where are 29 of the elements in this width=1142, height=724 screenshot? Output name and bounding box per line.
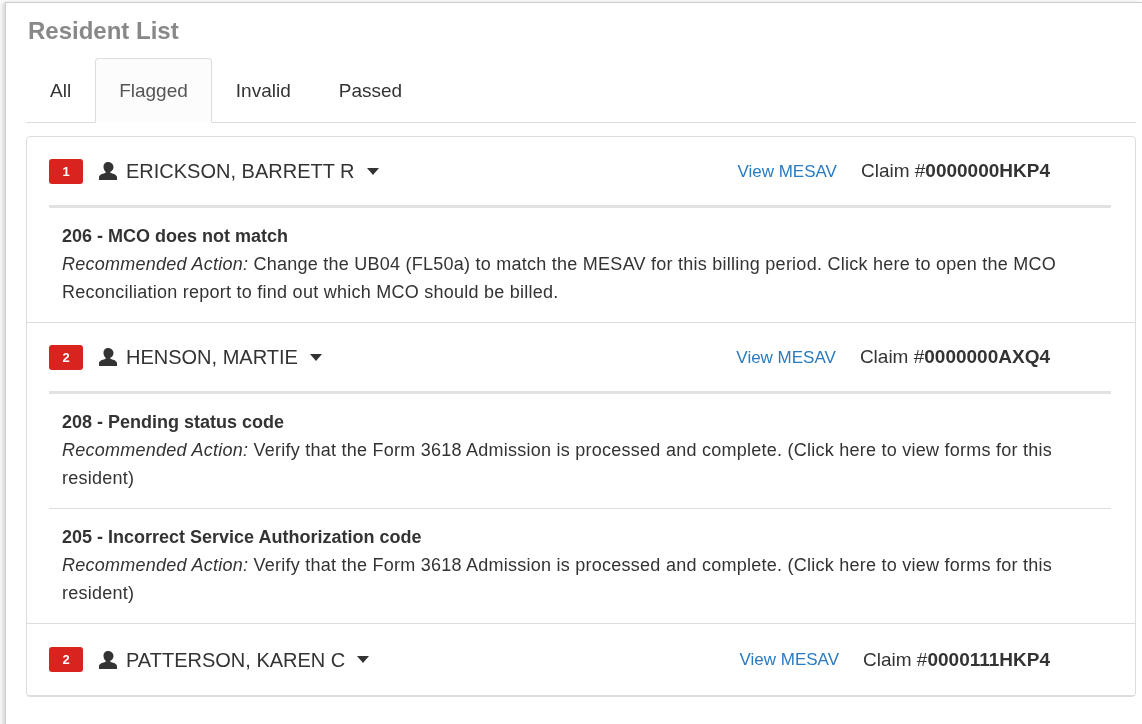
tab[interactable]: Invalid xyxy=(211,57,315,124)
claim-number: Claim #0000000HKP4 xyxy=(860,159,1050,184)
resident-name: HENSON, MARTIE xyxy=(126,345,298,371)
page-title: Resident List xyxy=(28,17,180,46)
recommended-action: Recommended Action: Verify that the Form 3618 Admission is processed and complete. (Click here to view forms for this resident) xyxy=(62,554,1053,606)
resident-name: ERICKSON, BARRETT R xyxy=(126,159,355,185)
recommended-action: Recommended Action: Change the UB04 (FL50a) to match the MESAV for this billing period. Click here to open the MCO Reconciliation report to find out which MCO should be billed. xyxy=(62,253,1057,305)
resident-name: PATTERSON, KAREN C xyxy=(126,647,346,673)
issue-title: 208 - Pending status code xyxy=(62,411,286,435)
caret-icon[interactable] xyxy=(309,353,322,361)
caret-icon[interactable] xyxy=(366,167,379,175)
count-badge: 1 xyxy=(49,158,83,184)
view-mesav-link[interactable]: View MESAV xyxy=(737,158,837,185)
tab[interactable]: All xyxy=(26,57,96,124)
claim-number: Claim #0000000AXQ4 xyxy=(859,345,1050,370)
view-mesav-link[interactable]: View MESAV xyxy=(736,344,836,371)
person-icon xyxy=(98,347,118,368)
issue-title: 205 - Incorrect Service Authorization code xyxy=(62,526,423,550)
person-icon xyxy=(98,161,118,182)
count-badge: 2 xyxy=(49,344,83,370)
person-icon xyxy=(98,649,118,670)
claim-number: Claim #0000111HKP4 xyxy=(863,647,1050,672)
recommended-action: Recommended Action: Verify that the Form 3618 Admission is processed and complete. (Click here to view forms for this resident) xyxy=(62,439,1053,491)
tab[interactable]: Passed xyxy=(314,57,427,124)
tab[interactable]: Flagged xyxy=(95,57,212,124)
view-mesav-link[interactable]: View MESAV xyxy=(739,647,840,673)
caret-icon[interactable] xyxy=(357,656,370,664)
issue-title: 206 - MCO does not match xyxy=(62,225,290,249)
count-badge: 2 xyxy=(49,647,83,673)
